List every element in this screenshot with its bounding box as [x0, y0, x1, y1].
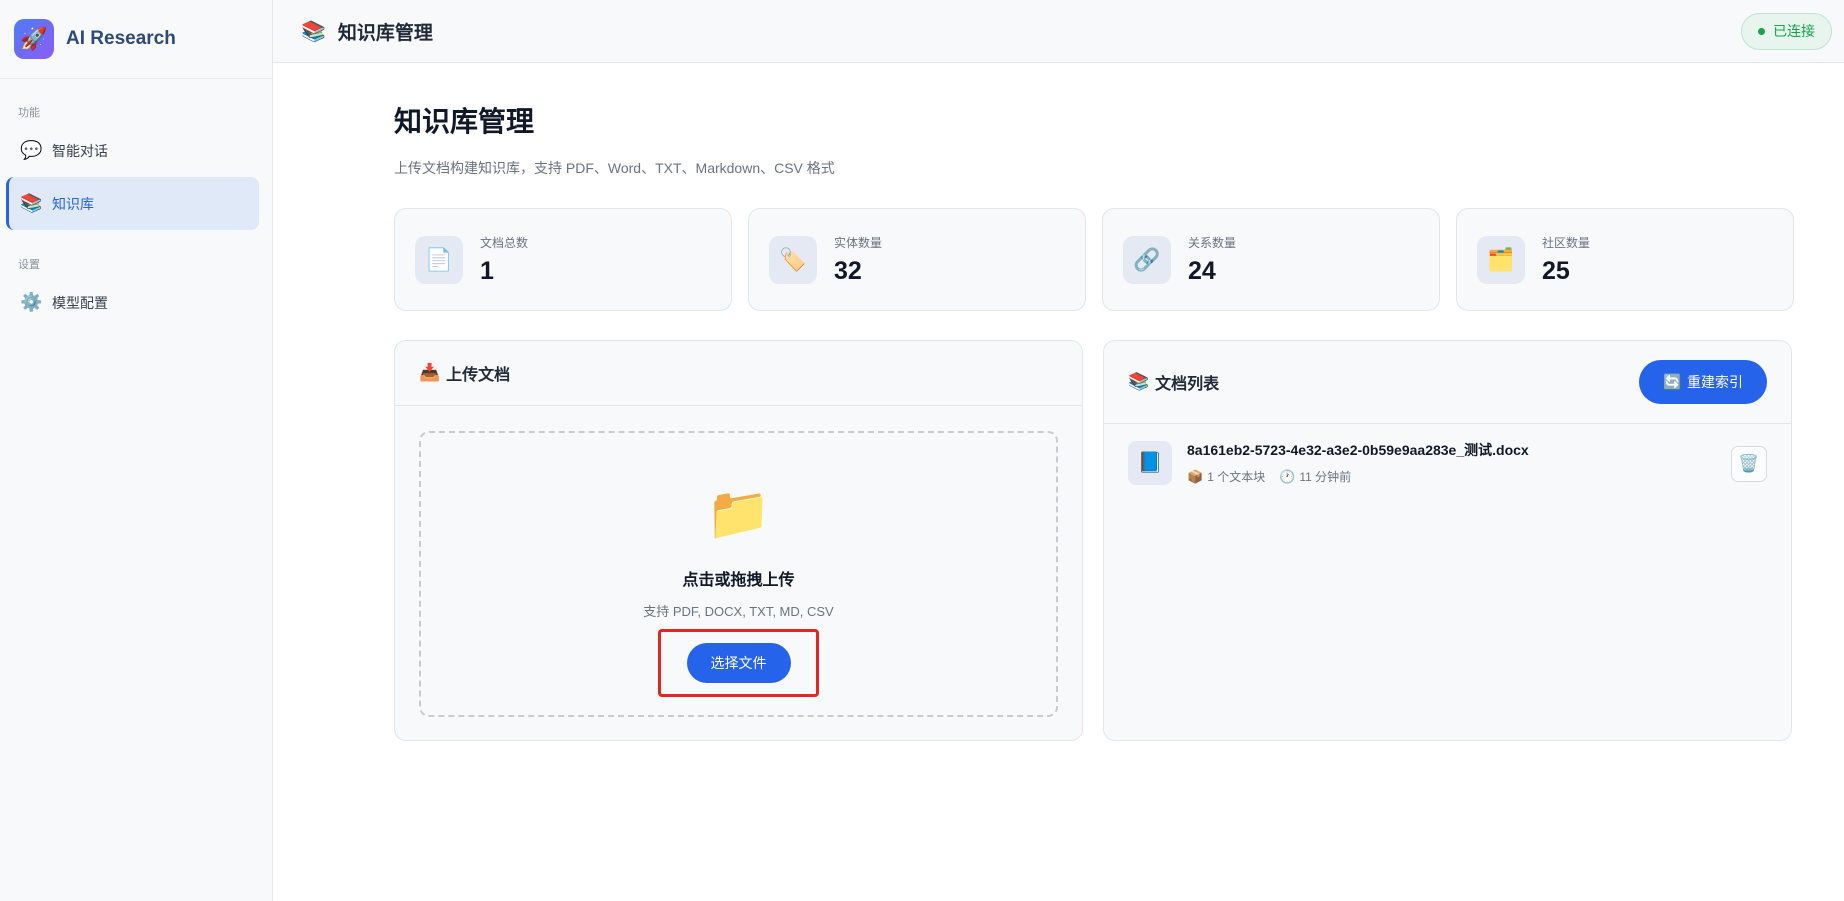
upload-panel-header: 📥 上传文档 — [395, 341, 1082, 406]
list-item[interactable]: 📘 8a161eb2-5723-4e32-a3e2-0b59e9aa283e_测… — [1104, 424, 1791, 485]
stat-value: 24 — [1188, 256, 1216, 285]
rocket-icon: 🚀 — [14, 19, 54, 59]
upload-panel-title-text: 上传文档 — [446, 367, 511, 384]
stats-row: 📄 文档总数 1 🏷️ 实体数量 32 🔗 关系数量 24 🗂️ 社区数量 25 — [394, 208, 1794, 311]
document-list-title: 📚 文档列表 — [1128, 370, 1219, 394]
delete-document-button[interactable]: 🗑️ — [1731, 446, 1767, 482]
rebuild-index-button[interactable]: 🔄 重建索引 — [1639, 360, 1767, 404]
brand[interactable]: 🚀 AI Research — [0, 0, 272, 79]
document-list-header: 📚 文档列表 🔄 重建索引 — [1104, 341, 1791, 424]
stat-card-documents: 📄 文档总数 1 — [394, 208, 732, 311]
upload-panel: 📥 上传文档 📁 点击或拖拽上传 支持 PDF, DOCX, TXT, MD, … — [394, 340, 1083, 741]
document-list-panel: 📚 文档列表 🔄 重建索引 📘 8a161eb2-5723-4e32-a3e2-… — [1103, 340, 1792, 741]
stat-value: 25 — [1542, 256, 1570, 285]
rebuild-index-label: 重建索引 — [1687, 374, 1743, 390]
connection-status-badge: 已连接 — [1741, 12, 1832, 50]
highlight-box: 选择文件 — [658, 629, 819, 697]
document-icon: 📄 — [415, 235, 463, 284]
refresh-icon: 🔄 — [1663, 374, 1682, 391]
document-list-title-text: 文档列表 — [1155, 376, 1220, 393]
stat-card-relations: 🔗 关系数量 24 — [1102, 208, 1440, 311]
page-title: 知识库管理 — [394, 106, 535, 137]
dropzone-title: 点击或拖拽上传 — [682, 572, 795, 589]
document-meta: 📦 1 个文本块 🕐 11 分钟前 — [1187, 468, 1529, 485]
topbar: 📚 知识库管理 已连接 — [273, 0, 1844, 63]
folder-icon: 📁 — [706, 485, 771, 543]
main-area: 📚 知识库管理 已连接 知识库管理 上传文档构建知识库，支持 PDF、Word、… — [273, 0, 1844, 901]
upload-time: 11 分钟前 — [1299, 470, 1352, 484]
dropzone-hint: 支持 PDF, DOCX, TXT, MD, CSV — [643, 604, 834, 619]
stat-label: 关系数量 — [1188, 235, 1237, 250]
gear-icon: ⚙️ — [20, 292, 43, 312]
inbox-tray-icon: 📥 — [419, 363, 441, 382]
link-icon: 🔗 — [1123, 235, 1171, 284]
clock-icon: 🕐 — [1279, 468, 1296, 484]
page-content: 知识库管理 上传文档构建知识库，支持 PDF、Word、TXT、Markdown… — [273, 63, 1844, 741]
sidebar: 🚀 AI Research 功能 💬 智能对话 📚 知识库 设置 ⚙️ 模型配置 — [0, 0, 273, 901]
chat-bubble-icon: 💬 — [20, 140, 43, 160]
stat-card-entities: 🏷️ 实体数量 32 — [748, 208, 1086, 311]
stat-label: 文档总数 — [480, 235, 529, 250]
status-text: 已连接 — [1773, 23, 1815, 39]
stat-label: 社区数量 — [1542, 235, 1591, 250]
tag-icon: 🏷️ — [769, 235, 817, 284]
stat-label: 实体数量 — [834, 235, 883, 250]
status-dot-icon — [1758, 27, 1765, 35]
card-box-icon: 🗂️ — [1477, 235, 1525, 284]
document-name: 8a161eb2-5723-4e32-a3e2-0b59e9aa283e_测试.… — [1187, 442, 1529, 458]
app-root: 🚀 AI Research 功能 💬 智能对话 📚 知识库 设置 ⚙️ 模型配置… — [0, 0, 1844, 901]
stat-value: 1 — [480, 256, 494, 285]
page-subtitle: 上传文档构建知识库，支持 PDF、Word、TXT、Markdown、CSV 格… — [394, 160, 835, 176]
package-icon: 📦 — [1187, 468, 1204, 484]
stat-card-communities: 🗂️ 社区数量 25 — [1456, 208, 1794, 311]
sidebar-item-label: 智能对话 — [52, 142, 108, 159]
topbar-title: 📚 知识库管理 — [301, 18, 433, 45]
select-file-button[interactable]: 选择文件 — [686, 643, 791, 683]
sidebar-item-chat[interactable]: 💬 智能对话 — [6, 124, 259, 177]
sidebar-item-label: 模型配置 — [52, 294, 108, 311]
trash-icon: 🗑️ — [1738, 454, 1760, 473]
topbar-title-text: 知识库管理 — [337, 22, 433, 44]
nav-section-label-settings: 设置 — [18, 259, 40, 271]
sidebar-item-model-config[interactable]: ⚙️ 模型配置 — [6, 276, 259, 329]
books-icon: 📚 — [301, 20, 326, 43]
file-dropzone[interactable]: 📁 点击或拖拽上传 支持 PDF, DOCX, TXT, MD, CSV 选择文… — [419, 431, 1058, 717]
books-icon: 📚 — [1128, 372, 1150, 391]
panels-row: 📥 上传文档 📁 点击或拖拽上传 支持 PDF, DOCX, TXT, MD, … — [394, 340, 1794, 741]
nav-section-label-features: 功能 — [18, 107, 40, 119]
stat-value: 32 — [834, 256, 862, 285]
brand-name: AI Research — [66, 28, 176, 49]
upload-panel-title: 📥 上传文档 — [419, 361, 510, 385]
sidebar-item-label: 知识库 — [52, 195, 94, 212]
books-icon: 📚 — [20, 193, 43, 213]
blue-book-icon: 📘 — [1128, 440, 1172, 485]
sidebar-item-knowledge-base[interactable]: 📚 知识库 — [6, 177, 259, 230]
chunk-count: 1 个文本块 — [1207, 470, 1266, 484]
